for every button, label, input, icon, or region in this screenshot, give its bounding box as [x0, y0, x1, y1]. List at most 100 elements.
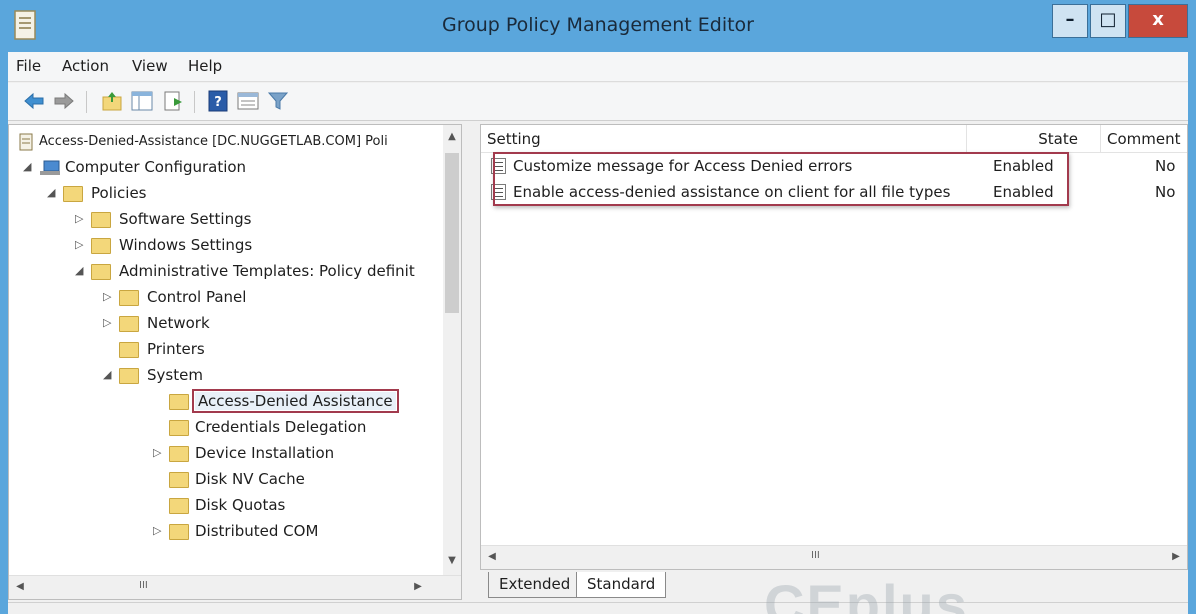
tree-horizontal-scrollbar[interactable]: ◀ III ▶	[9, 575, 461, 599]
tree-item-disk-nv-cache[interactable]: Disk NV Cache	[129, 469, 429, 491]
expand-arrow-icon[interactable]: ◢	[47, 186, 59, 199]
tree-item-disk-quotas[interactable]: Disk Quotas	[129, 495, 429, 517]
tree-item-access-denied-assistance[interactable]: Access-Denied Assistance	[129, 389, 429, 413]
svg-text:?: ?	[214, 95, 222, 110]
forward-arrow-icon[interactable]	[52, 89, 76, 113]
tab-standard[interactable]: Standard	[576, 572, 667, 598]
folder-icon	[91, 238, 111, 254]
computer-icon	[40, 160, 60, 175]
folder-icon	[119, 316, 139, 332]
scroll-up-arrow-icon[interactable]: ▲	[443, 131, 461, 142]
folder-icon	[119, 368, 139, 384]
toolbar-separator	[86, 91, 87, 113]
folder-icon	[169, 472, 189, 488]
tab-extended[interactable]: Extended	[488, 572, 582, 598]
scroll-right-arrow-icon[interactable]: ▶	[1167, 551, 1185, 562]
tree-item-label: Device Installation	[195, 444, 335, 462]
scrollbar-grip[interactable]: III	[811, 550, 820, 561]
expand-arrow-icon[interactable]: ▷	[103, 316, 115, 329]
folder-icon	[119, 342, 139, 358]
tree-item-administrative-templates[interactable]: ◢ Administrative Templates: Policy defin…	[75, 261, 455, 283]
tree-item-software-settings[interactable]: ▷ Software Settings	[75, 209, 455, 231]
scrollbar-thumb[interactable]	[445, 153, 459, 313]
expand-arrow-icon[interactable]: ▷	[75, 238, 87, 251]
setting-comment: No	[1155, 183, 1176, 201]
show-hide-tree-icon[interactable]	[130, 89, 154, 113]
highlight-annotation	[493, 152, 1069, 206]
close-button[interactable]: x	[1128, 4, 1188, 38]
tree-item-control-panel[interactable]: ▷ Control Panel	[103, 287, 443, 309]
tree-item-label: Software Settings	[119, 210, 252, 228]
expand-arrow-icon[interactable]: ◢	[23, 160, 35, 173]
toolbar: ?	[8, 83, 1188, 121]
folder-icon	[91, 264, 111, 280]
list-horizontal-scrollbar[interactable]: ◀ III ▶	[481, 545, 1187, 569]
expand-arrow-icon[interactable]: ▷	[75, 212, 87, 225]
tree-item-label: Credentials Delegation	[195, 418, 367, 436]
folder-icon	[169, 498, 189, 514]
folder-icon	[169, 394, 189, 410]
folder-icon	[119, 290, 139, 306]
tree-item-label: Network	[147, 314, 210, 332]
filter-icon[interactable]	[266, 89, 290, 113]
menu-file[interactable]: File	[16, 57, 41, 75]
tree-item-label: Disk Quotas	[195, 496, 286, 514]
tree-root[interactable]: Access-Denied-Assistance [DC.NUGGETLAB.C…	[15, 131, 435, 153]
expand-arrow-icon[interactable]: ◢	[103, 368, 115, 381]
maximize-button[interactable]: □	[1090, 4, 1126, 38]
menu-bar: File Action View Help	[8, 52, 1188, 82]
details-list-pane: Setting State Comment Customize message …	[480, 124, 1188, 570]
folder-icon	[63, 186, 83, 202]
help-icon[interactable]: ?	[206, 89, 230, 113]
folder-icon	[91, 212, 111, 228]
tree-item-label: Windows Settings	[119, 236, 253, 254]
toolbar-separator	[194, 91, 195, 113]
back-arrow-icon[interactable]	[22, 89, 46, 113]
tree-item-label: System	[147, 366, 203, 384]
export-list-icon[interactable]	[162, 89, 186, 113]
tree-item-network[interactable]: ▷ Network	[103, 313, 443, 335]
tree-item-windows-settings[interactable]: ▷ Windows Settings	[75, 235, 455, 257]
scroll-down-arrow-icon[interactable]: ▼	[443, 555, 461, 566]
watermark: CEplus	[764, 573, 969, 614]
tree-item-label: Access-Denied Assistance	[192, 389, 399, 413]
tree-item-policies[interactable]: ◢ Policies	[47, 183, 461, 205]
scroll-left-arrow-icon[interactable]: ◀	[11, 581, 29, 592]
expand-arrow-icon[interactable]: ▷	[103, 290, 115, 303]
properties-icon[interactable]	[236, 89, 260, 113]
expand-arrow-icon[interactable]: ▷	[153, 524, 165, 537]
application-window: Group Policy Management Editor – □ x Fil…	[0, 0, 1196, 614]
menu-help[interactable]: Help	[188, 57, 222, 75]
tree-item-computer-configuration[interactable]: ◢ Computer Configuration	[23, 157, 443, 179]
tree-item-label: Printers	[147, 340, 205, 358]
client-area: File Action View Help ? Access-Denied-As…	[8, 52, 1188, 614]
tree-item-label: Computer Configuration	[65, 158, 247, 176]
tree-item-label: Distributed COM	[195, 522, 319, 540]
expand-arrow-icon[interactable]: ◢	[75, 264, 87, 277]
minimize-button[interactable]: –	[1052, 4, 1088, 38]
folder-icon	[169, 446, 189, 462]
tree-vertical-scrollbar[interactable]: ▲ ▼	[443, 125, 461, 575]
menu-action[interactable]: Action	[62, 57, 109, 75]
tree-item-distributed-com[interactable]: ▷ Distributed COM	[129, 521, 429, 543]
tree-root-label: Access-Denied-Assistance [DC.NUGGETLAB.C…	[39, 134, 388, 149]
scroll-left-arrow-icon[interactable]: ◀	[483, 551, 501, 562]
tree-item-device-installation[interactable]: ▷ Device Installation	[129, 443, 429, 465]
tree-item-printers[interactable]: Printers	[103, 339, 443, 361]
scroll-right-arrow-icon[interactable]: ▶	[409, 581, 427, 592]
scrollbar-grip[interactable]: III	[139, 580, 148, 591]
tree-item-label: Control Panel	[147, 288, 247, 306]
column-header-state[interactable]: State	[967, 125, 1101, 153]
window-title: Group Policy Management Editor	[441, 14, 754, 36]
up-folder-icon[interactable]	[100, 89, 124, 113]
tree-item-credentials-delegation[interactable]: Credentials Delegation	[129, 417, 429, 439]
title-bar[interactable]: Group Policy Management Editor – □ x	[0, 0, 1196, 52]
tree-item-system[interactable]: ◢ System	[103, 365, 443, 387]
expand-arrow-icon[interactable]: ▷	[153, 446, 165, 459]
column-header-setting[interactable]: Setting	[481, 125, 967, 153]
tree-item-label: Disk NV Cache	[195, 470, 305, 488]
column-header-comment[interactable]: Comment	[1101, 125, 1187, 153]
policy-document-icon	[19, 133, 33, 151]
menu-view[interactable]: View	[132, 57, 168, 75]
folder-icon	[169, 524, 189, 540]
